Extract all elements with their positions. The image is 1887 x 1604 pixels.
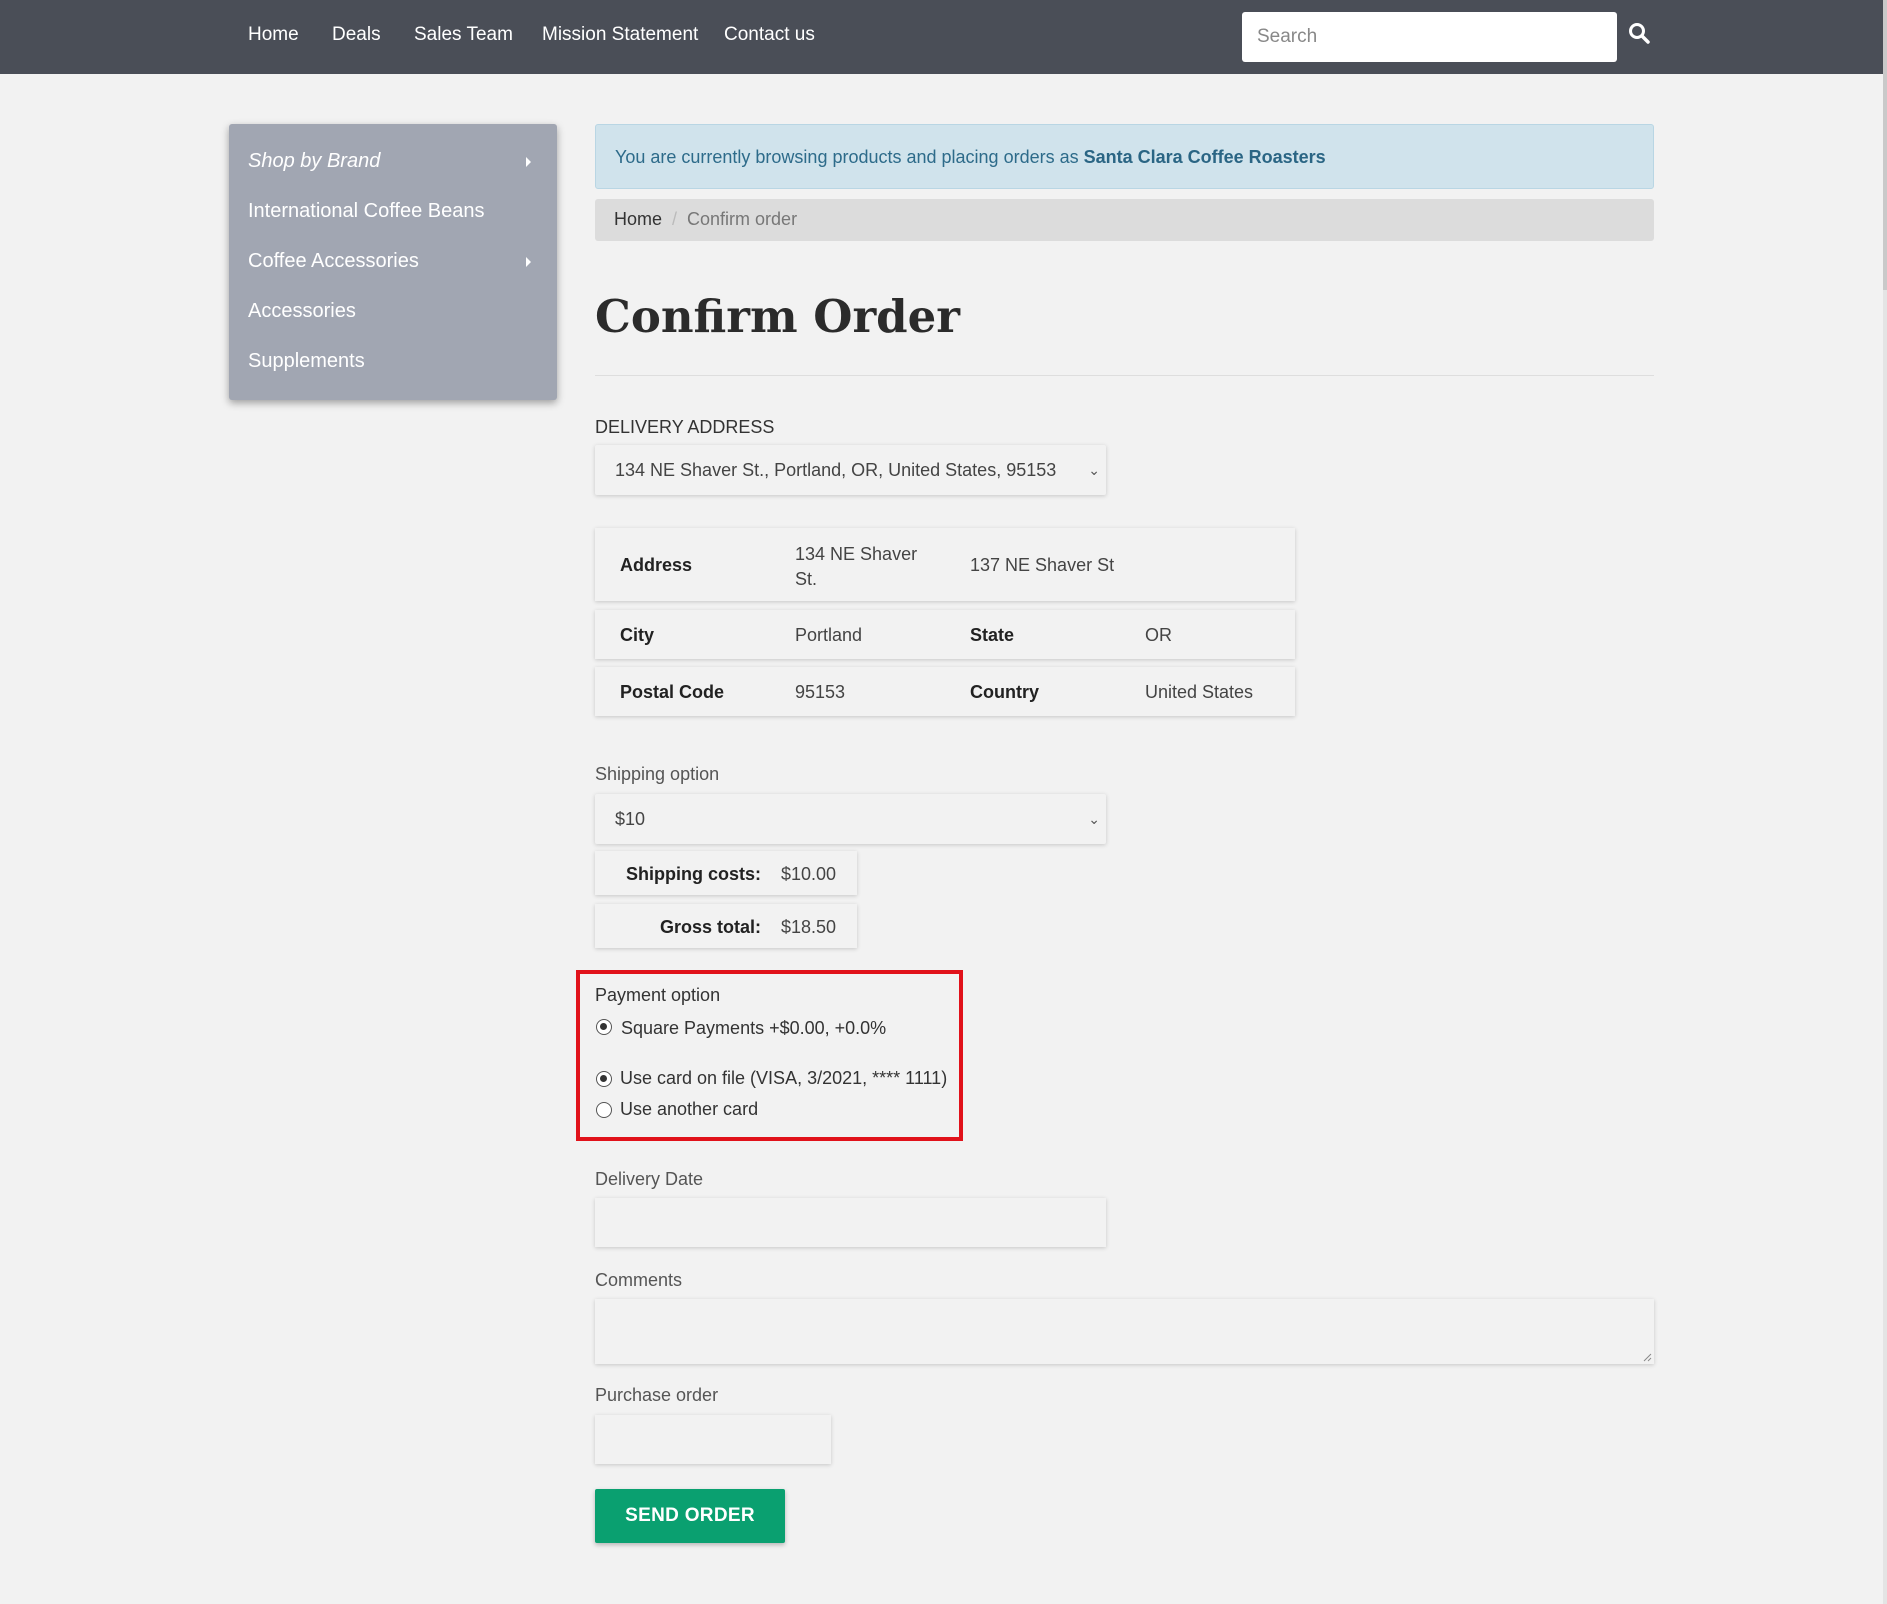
caret-right-icon (526, 257, 531, 267)
top-navbar: Home Deals Sales Team Mission Statement … (0, 0, 1887, 74)
state-value: OR (1145, 625, 1172, 645)
chevron-down-icon: ⌄ (1088, 462, 1100, 478)
delivery-date-input[interactable] (595, 1198, 1106, 1247)
square-payments-label[interactable]: Square Payments +$0.00, +0.0% (621, 1018, 886, 1039)
address-line2: 137 NE Shaver St (970, 555, 1115, 575)
address-row-card: Address 134 NE Shaver St. 137 NE Shaver … (595, 528, 1295, 601)
sidebar-item-supplements[interactable]: Supplements (248, 350, 365, 373)
sidebar-item-coffee-accessories[interactable]: Coffee Accessories (248, 250, 419, 273)
address-label: Address (620, 555, 693, 575)
state-label: State (970, 625, 1015, 645)
shipping-costs-box: Shipping costs: $10.00 (595, 851, 857, 895)
search-icon[interactable] (1628, 22, 1650, 44)
chevron-down-icon: ⌄ (1088, 811, 1100, 827)
nav-link-home[interactable]: Home (248, 24, 299, 46)
nav-link-deals[interactable]: Deals (332, 24, 381, 46)
city-value: Portland (795, 625, 863, 645)
sidebar-item-shop-by-brand[interactable]: Shop by Brand (248, 150, 380, 173)
gross-total-label: Gross total: (659, 917, 761, 937)
gross-total-value: $18.50 (781, 917, 837, 937)
radio-another-card[interactable] (596, 1102, 612, 1118)
caret-right-icon (526, 157, 531, 167)
alert-company-name: Santa Clara Coffee Roasters (1083, 147, 1326, 167)
shipping-option-select[interactable]: $10 ⌄ (595, 794, 1106, 844)
search-input[interactable] (1242, 12, 1617, 62)
send-order-button[interactable]: SEND ORDER (595, 1489, 785, 1543)
delivery-date-label: Delivery Date (595, 1169, 704, 1189)
postal-code-value: 95153 (795, 682, 846, 702)
breadcrumb-home[interactable]: Home (614, 209, 662, 229)
resize-grip-icon[interactable] (1642, 1352, 1652, 1362)
nav-link-sales-team[interactable]: Sales Team (414, 24, 513, 46)
city-label: City (620, 625, 655, 645)
shipping-costs-value: $10.00 (781, 864, 837, 884)
comments-textarea[interactable] (595, 1299, 1654, 1364)
delivery-address-selected: 134 NE Shaver St., Portland, OR, United … (615, 460, 1057, 480)
sidebar-item-accessories[interactable]: Accessories (248, 300, 356, 323)
country-value: United States (1145, 682, 1254, 702)
sidebar-item-international-coffee-beans[interactable]: International Coffee Beans (248, 200, 484, 223)
comments-label: Comments (595, 1270, 683, 1290)
scrollbar-thumb[interactable] (1883, 0, 1887, 290)
another-card-label[interactable]: Use another card (620, 1099, 758, 1120)
breadcrumb-separator: / (672, 209, 678, 229)
delivery-address-select[interactable]: 134 NE Shaver St., Portland, OR, United … (595, 445, 1106, 495)
purchase-order-label: Purchase order (595, 1385, 719, 1405)
country-label: Country (970, 682, 1039, 702)
payment-option-label: Payment option (595, 985, 721, 1005)
title-divider (595, 375, 1654, 376)
alert-text: You are currently browsing products and … (615, 147, 1084, 167)
shipping-option-label: Shipping option (595, 764, 720, 784)
address-line1: 134 NE Shaver St. (795, 544, 918, 589)
gross-total-box: Gross total: $18.50 (595, 904, 857, 948)
breadcrumb: Home / Confirm order (595, 199, 1654, 241)
page-title: Confirm Order (595, 290, 960, 343)
card-on-file-label[interactable]: Use card on file (VISA, 3/2021, **** 111… (620, 1068, 947, 1089)
shipping-option-selected: $10 (615, 809, 646, 829)
purchase-order-input[interactable] (595, 1415, 831, 1464)
page-scrollbar[interactable] (1883, 0, 1887, 1604)
browsing-as-alert: You are currently browsing products and … (595, 124, 1654, 189)
nav-link-contact-us[interactable]: Contact us (724, 24, 815, 46)
shipping-costs-label: Shipping costs: (626, 864, 761, 884)
delivery-address-label: DELIVERY ADDRESS (595, 417, 775, 437)
radio-square-payments[interactable] (596, 1019, 612, 1035)
city-row-card: City Portland State OR (595, 610, 1295, 659)
postal-code-label: Postal Code (620, 682, 725, 702)
category-sidebar: Shop by Brand International Coffee Beans… (229, 124, 557, 400)
nav-link-mission-statement[interactable]: Mission Statement (542, 24, 698, 46)
radio-card-on-file[interactable] (596, 1071, 612, 1087)
postal-row-card: Postal Code 95153 Country United States (595, 667, 1295, 716)
breadcrumb-current: Confirm order (687, 209, 798, 229)
